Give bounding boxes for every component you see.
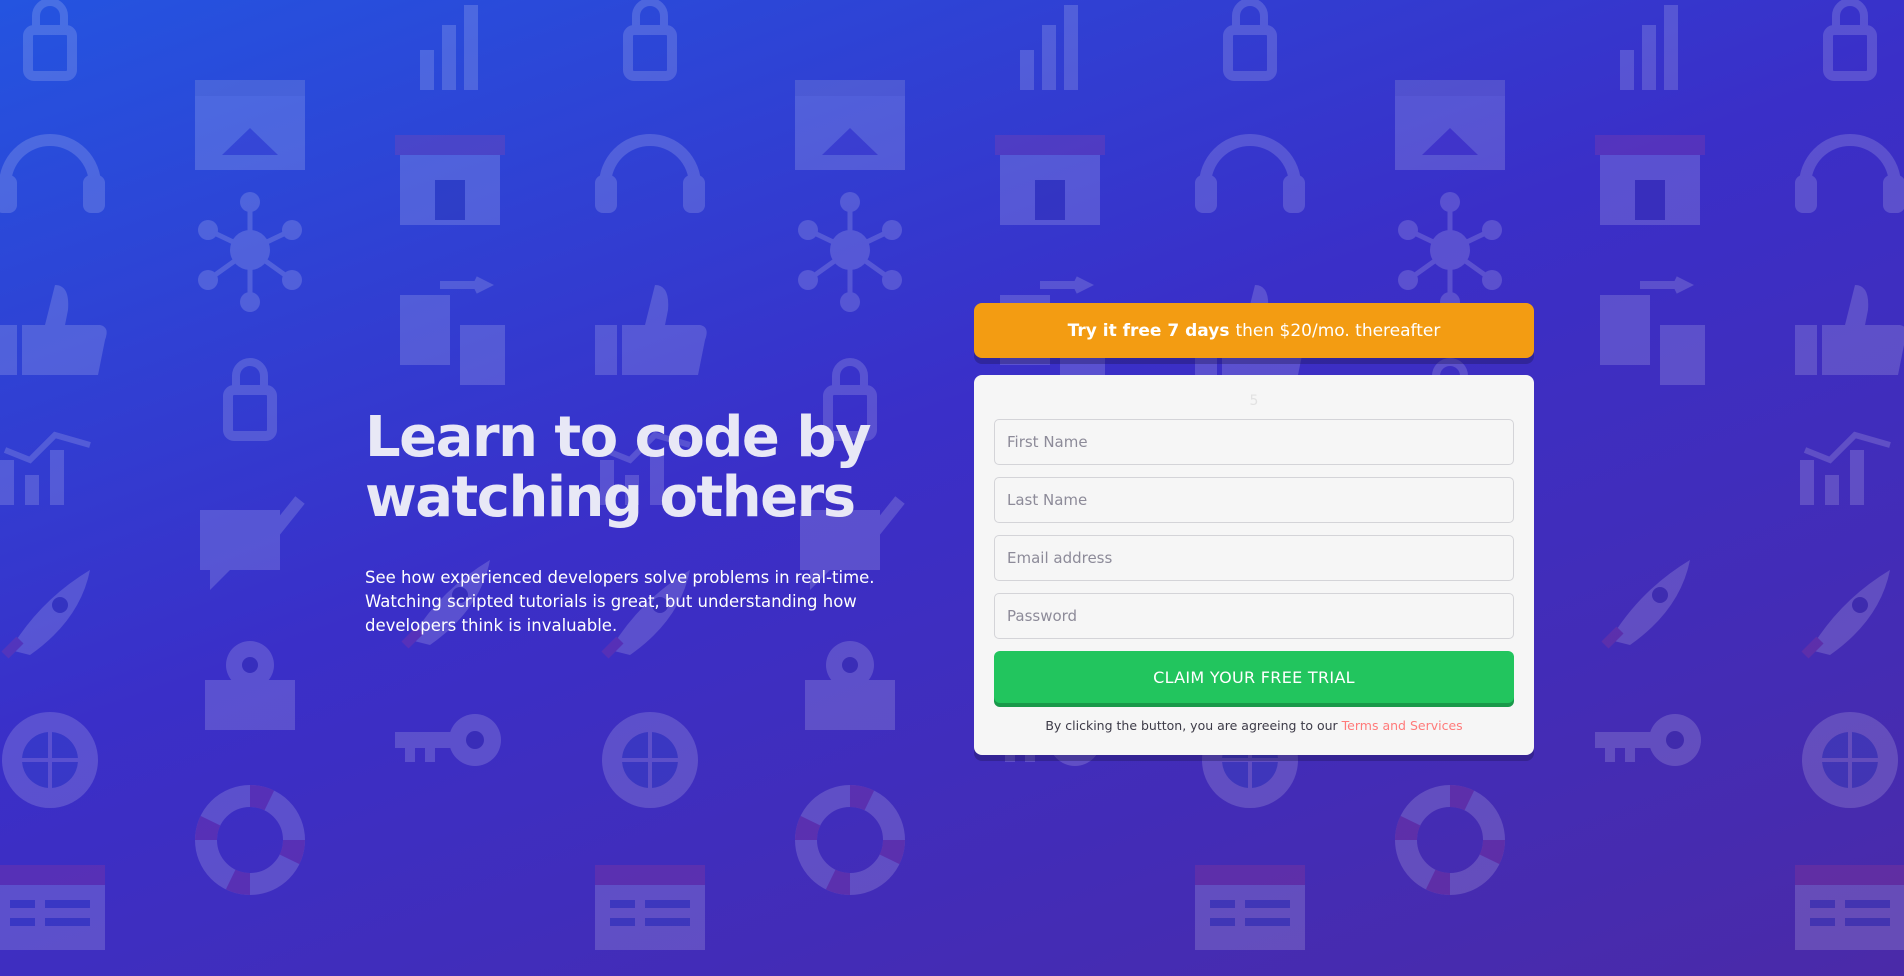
offer-rest-text: then $20/mo. thereafter	[1235, 320, 1441, 341]
hero-section: Learn to code by watching others See how…	[365, 408, 885, 638]
first-name-input[interactable]	[994, 419, 1514, 465]
hero-title: Learn to code by watching others	[365, 405, 872, 530]
offer-bold-text: Try it free 7 days	[1067, 320, 1230, 341]
terms-notice: By clicking the button, you are agreeing…	[974, 718, 1534, 733]
password-input[interactable]	[994, 593, 1514, 639]
hero-description: See how experienced developers solve pro…	[365, 568, 875, 635]
signup-form: 5 CLAIM YOUR FREE TRIAL By clicking the …	[974, 375, 1534, 755]
claim-free-trial-button[interactable]: CLAIM YOUR FREE TRIAL	[994, 651, 1514, 703]
free-trial-banner: Try it free 7 days then $20/mo. thereaft…	[974, 303, 1534, 358]
email-input[interactable]	[994, 535, 1514, 581]
background-icon-pattern	[0, 0, 1904, 950]
terms-text: By clicking the button, you are agreeing…	[1045, 718, 1338, 733]
terms-link[interactable]: Terms and Services	[1342, 718, 1463, 733]
form-faint-mark: 5	[1249, 393, 1259, 409]
last-name-input[interactable]	[994, 477, 1514, 523]
